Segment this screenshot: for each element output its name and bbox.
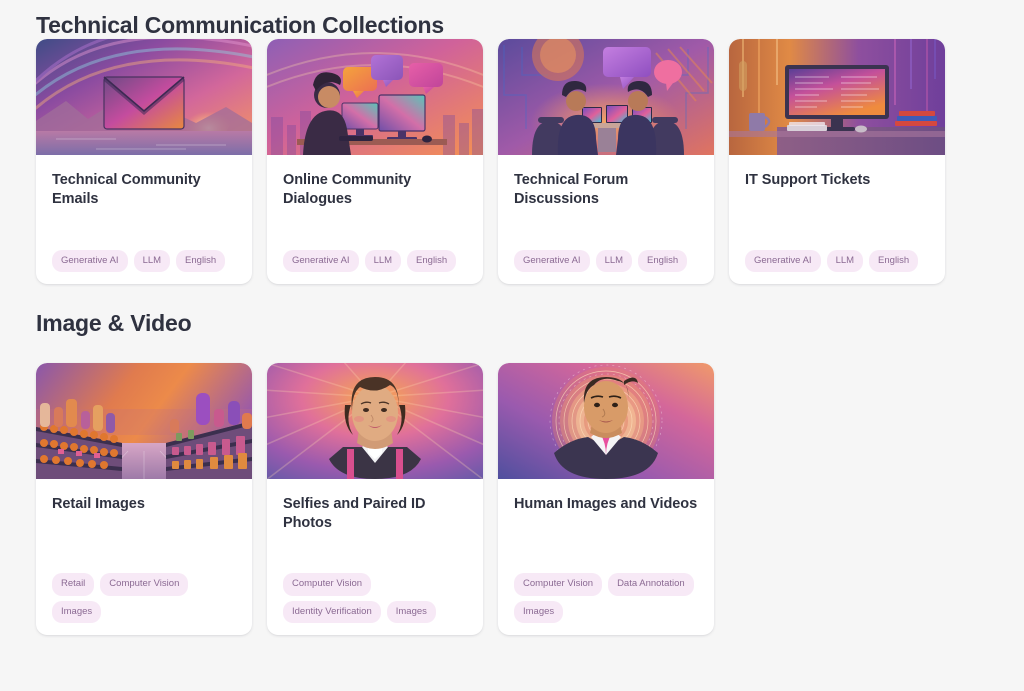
card-title: Selfies and Paired ID Photos xyxy=(283,496,426,532)
two-people-at-table-monitors-illustration-thumbnail xyxy=(498,39,714,155)
envelope-sunset-illustration-thumbnail xyxy=(36,39,252,155)
tag[interactable]: Images xyxy=(514,600,564,623)
card-body: Human Images and Videos Computer Vision … xyxy=(498,479,714,635)
tag[interactable]: Computer Vision xyxy=(100,573,189,596)
tag-list: Retail Computer Vision Images xyxy=(52,565,236,623)
card-body: IT Support Tickets Generative AI LLM Eng… xyxy=(729,155,945,284)
tag[interactable]: LLM xyxy=(595,249,633,272)
tag[interactable]: Computer Vision xyxy=(283,573,372,596)
card-body: Technical Community Emails Generative AI… xyxy=(36,155,252,284)
section-technical-communication-collections: Technical Communication Collections Tech… xyxy=(0,0,1024,284)
tag[interactable]: Generative AI xyxy=(745,249,821,272)
tag-list: Computer Vision Identity Verification Im… xyxy=(283,565,467,623)
tag-list: Generative AI LLM English xyxy=(283,242,467,272)
collection-card[interactable]: Technical Community Emails Generative AI… xyxy=(36,39,252,284)
tag[interactable]: Generative AI xyxy=(514,249,590,272)
card-row: Technical Community Emails Generative AI… xyxy=(0,39,1024,284)
section-image-and-video: Image & Video Retail Images Retail Compu… xyxy=(0,310,1024,635)
man-portrait-concentric-circles-illustration-thumbnail xyxy=(498,363,714,479)
tag[interactable]: Images xyxy=(52,600,102,623)
tag[interactable]: Images xyxy=(386,600,436,623)
retail-store-aisle-shelves-illustration-thumbnail xyxy=(36,363,252,479)
section-title: Image & Video xyxy=(36,310,192,336)
tag-list: Computer Vision Data Annotation Images xyxy=(514,565,698,623)
collection-card[interactable]: Retail Images Retail Computer Vision Ima… xyxy=(36,363,252,635)
tag[interactable]: Computer Vision xyxy=(514,573,603,596)
collection-card[interactable]: Technical Forum Discussions Generative A… xyxy=(498,39,714,284)
collection-card[interactable]: Human Images and Videos Computer Vision … xyxy=(498,363,714,635)
tag-list: Generative AI LLM English xyxy=(52,242,236,272)
tag[interactable]: LLM xyxy=(826,249,864,272)
woman-portrait-sunburst-illustration-thumbnail xyxy=(267,363,483,479)
collections-page: Technical Communication Collections Tech… xyxy=(0,0,1024,635)
collection-card[interactable]: Online Community Dialogues Generative AI… xyxy=(267,39,483,284)
section-title: Technical Communication Collections xyxy=(36,12,444,38)
tag[interactable]: Data Annotation xyxy=(608,573,694,596)
tag[interactable]: English xyxy=(638,249,688,272)
tag[interactable]: English xyxy=(869,249,919,272)
card-title: Retail Images xyxy=(52,496,145,512)
desk-monitor-mug-books-illustration-thumbnail xyxy=(729,39,945,155)
card-body: Retail Images Retail Computer Vision Ima… xyxy=(36,479,252,635)
card-body: Online Community Dialogues Generative AI… xyxy=(267,155,483,284)
tag[interactable]: English xyxy=(407,249,457,272)
tag[interactable]: Generative AI xyxy=(52,249,128,272)
card-title: Technical Community Emails xyxy=(52,172,201,208)
collection-card[interactable]: Selfies and Paired ID Photos Computer Vi… xyxy=(267,363,483,635)
person-at-computer-speech-bubbles-illustration-thumbnail xyxy=(267,39,483,155)
card-title: Human Images and Videos xyxy=(514,496,698,512)
tag[interactable]: Identity Verification xyxy=(283,600,381,623)
card-body: Technical Forum Discussions Generative A… xyxy=(498,155,714,284)
tag[interactable]: Generative AI xyxy=(283,249,359,272)
tag-list: Generative AI LLM English xyxy=(745,242,929,272)
collection-card[interactable]: IT Support Tickets Generative AI LLM Eng… xyxy=(729,39,945,284)
tag[interactable]: LLM xyxy=(364,249,402,272)
tag[interactable]: English xyxy=(176,249,226,272)
card-row: Retail Images Retail Computer Vision Ima… xyxy=(0,363,1024,635)
card-body: Selfies and Paired ID Photos Computer Vi… xyxy=(267,479,483,635)
card-title: Online Community Dialogues xyxy=(283,172,412,208)
tag[interactable]: Retail xyxy=(52,573,95,596)
card-title: IT Support Tickets xyxy=(745,172,871,188)
card-title: Technical Forum Discussions xyxy=(514,172,629,208)
tag-list: Generative AI LLM English xyxy=(514,242,698,272)
tag[interactable]: LLM xyxy=(133,249,171,272)
